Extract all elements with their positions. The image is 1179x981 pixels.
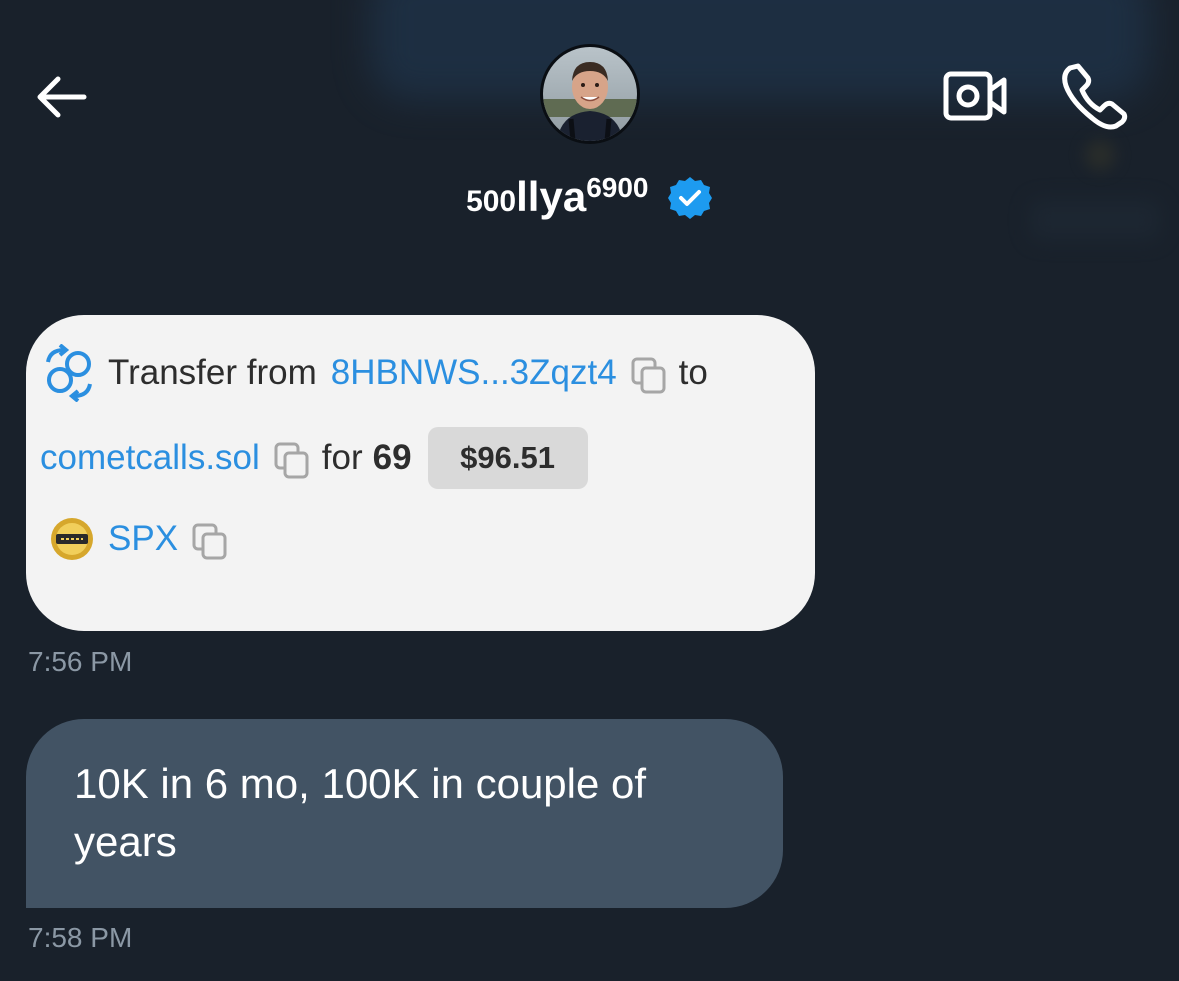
back-button[interactable] <box>30 66 92 128</box>
message-timestamp: 7:56 PM <box>28 646 133 677</box>
copy-icon[interactable] <box>631 357 667 395</box>
dm-conversation-screen: 500llya6900 Transfer from 8HBNWS...3Zqzt… <box>0 0 1179 981</box>
transfer-row-from: Transfer from 8HBNWS...3Zqzt4 to <box>40 344 708 402</box>
usd-value-badge: $96.51 <box>427 427 588 489</box>
transfer-row-to: cometcalls.sol for 69 $96.51 <box>40 425 588 491</box>
phone-icon <box>1062 63 1128 130</box>
contact-name-row: 500llya6900 <box>0 158 1179 237</box>
transfer-icon <box>46 344 92 402</box>
voice-call-button[interactable] <box>1058 60 1130 130</box>
copy-icon[interactable] <box>192 523 228 561</box>
transfer-card[interactable]: Transfer from 8HBNWS...3Zqzt4 to cometca… <box>26 315 815 631</box>
transfer-amount: 69 <box>372 438 412 477</box>
message-timestamp: 7:58 PM <box>28 922 133 953</box>
name-suffix: 6900 <box>586 172 649 203</box>
verified-badge-icon <box>667 176 712 219</box>
video-call-icon <box>943 71 1007 121</box>
blurred-background <box>370 0 1150 100</box>
message-bubble[interactable]: 10K in 6 mo, 100K in couple of years <box>26 719 783 908</box>
contact-name[interactable]: 500llya6900 <box>466 158 648 237</box>
spx-token-logo-icon <box>51 518 93 560</box>
transfer-from-label: Transfer from <box>108 353 317 392</box>
for-label: for <box>321 438 363 477</box>
copy-icon[interactable] <box>274 442 310 480</box>
avatar[interactable] <box>540 44 640 144</box>
token-symbol-link[interactable]: SPX <box>108 519 178 559</box>
transfer-to-label: to <box>678 353 708 392</box>
to-address-link[interactable]: cometcalls.sol <box>40 438 260 478</box>
transfer-row-token: SPX <box>40 511 240 567</box>
video-call-button[interactable] <box>940 68 1010 124</box>
name-main: llya <box>516 173 587 220</box>
avatar-photo <box>543 47 637 141</box>
name-prefix: 500 <box>466 185 517 218</box>
from-address-link[interactable]: 8HBNWS...3Zqzt4 <box>331 353 617 393</box>
arrow-left-icon <box>37 76 87 118</box>
